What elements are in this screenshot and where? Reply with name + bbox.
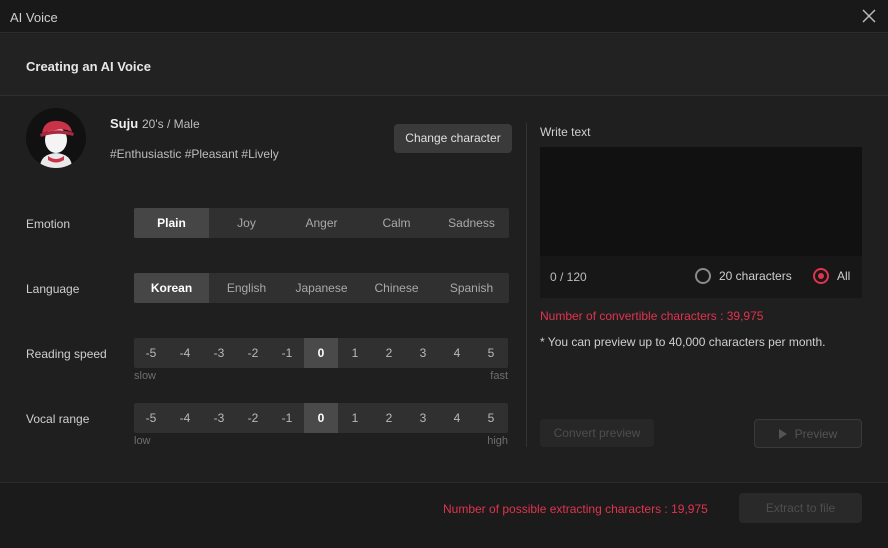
page-title: Creating an AI Voice bbox=[26, 59, 151, 74]
play-icon bbox=[778, 428, 787, 439]
character-count: 0 / 120 bbox=[550, 270, 587, 284]
vocal-range-step[interactable]: -3 bbox=[202, 403, 236, 433]
text-input[interactable] bbox=[540, 147, 862, 256]
radio-icon bbox=[813, 268, 829, 284]
preview-label: Preview bbox=[794, 426, 838, 441]
vocal-range-step[interactable]: -4 bbox=[168, 403, 202, 433]
window-title: AI Voice bbox=[10, 10, 58, 25]
character-name: Suju bbox=[110, 116, 139, 131]
vocal-range-scale: -5 -4 -3 -2 -1 0 1 2 3 4 5 bbox=[134, 403, 508, 433]
reading-speed-step[interactable]: 1 bbox=[338, 338, 372, 368]
vocal-range-step[interactable]: 5 bbox=[474, 403, 508, 433]
preview-button[interactable]: Preview bbox=[754, 419, 862, 448]
text-input-footer: 0 / 120 20 characters All bbox=[540, 256, 862, 298]
vocal-range-step[interactable]: 3 bbox=[406, 403, 440, 433]
change-character-button[interactable]: Change character bbox=[394, 124, 512, 153]
language-option[interactable]: Korean bbox=[134, 273, 209, 303]
language-option[interactable]: Japanese bbox=[284, 273, 359, 303]
vocal-range-step[interactable]: 0 bbox=[304, 403, 338, 433]
extracting-count: Number of possible extracting characters… bbox=[443, 502, 708, 516]
reading-speed-step[interactable]: -5 bbox=[134, 338, 168, 368]
preview-note: * You can preview up to 40,000 character… bbox=[540, 335, 826, 349]
emotion-option[interactable]: Calm bbox=[359, 208, 434, 238]
vocal-range-label: Vocal range bbox=[26, 412, 90, 426]
convert-preview-button[interactable]: Convert preview bbox=[540, 419, 654, 447]
radio-icon bbox=[695, 268, 711, 284]
emotion-option[interactable]: Plain bbox=[134, 208, 209, 238]
emotion-option[interactable]: Sadness bbox=[434, 208, 509, 238]
emotion-option[interactable]: Joy bbox=[209, 208, 284, 238]
language-option[interactable]: English bbox=[209, 273, 284, 303]
radio-all[interactable]: All bbox=[813, 268, 850, 284]
vocal-range-step[interactable]: 1 bbox=[338, 403, 372, 433]
language-label: Language bbox=[26, 282, 80, 296]
close-icon[interactable] bbox=[860, 7, 878, 25]
reading-speed-step[interactable]: -3 bbox=[202, 338, 236, 368]
reading-speed-max-label: fast bbox=[490, 370, 508, 382]
vocal-range-max-label: high bbox=[487, 435, 508, 447]
radio-20-characters[interactable]: 20 characters bbox=[695, 268, 792, 284]
language-option[interactable]: Spanish bbox=[434, 273, 509, 303]
vocal-range-step[interactable]: 4 bbox=[440, 403, 474, 433]
reading-speed-step[interactable]: 3 bbox=[406, 338, 440, 368]
vocal-range-step[interactable]: 2 bbox=[372, 403, 406, 433]
title-bar: AI Voice bbox=[0, 0, 888, 33]
emotion-selector: Plain Joy Anger Calm Sadness bbox=[134, 208, 509, 238]
reading-speed-step[interactable]: 5 bbox=[474, 338, 508, 368]
extract-to-file-button[interactable]: Extract to file bbox=[739, 493, 862, 523]
reading-speed-step[interactable]: -2 bbox=[236, 338, 270, 368]
vocal-range-min-label: low bbox=[134, 435, 151, 447]
character-tags: #Enthusiastic #Pleasant #Lively bbox=[110, 147, 279, 161]
reading-speed-step[interactable]: 0 bbox=[304, 338, 338, 368]
vocal-range-step[interactable]: -2 bbox=[236, 403, 270, 433]
avatar bbox=[26, 108, 86, 168]
character-avatar-icon bbox=[26, 108, 86, 168]
write-text-label: Write text bbox=[540, 125, 591, 139]
language-selector: Korean English Japanese Chinese Spanish bbox=[134, 273, 509, 303]
convertible-count: Number of convertible characters : 39,97… bbox=[540, 309, 764, 323]
reading-speed-step[interactable]: -1 bbox=[270, 338, 304, 368]
reading-speed-label: Reading speed bbox=[26, 347, 107, 361]
header-bar: Creating an AI Voice bbox=[0, 34, 888, 96]
radio-20-label: 20 characters bbox=[719, 269, 792, 283]
footer-bar: Number of possible extracting characters… bbox=[0, 482, 888, 548]
language-option[interactable]: Chinese bbox=[359, 273, 434, 303]
panel-divider bbox=[526, 123, 527, 447]
emotion-option[interactable]: Anger bbox=[284, 208, 359, 238]
emotion-label: Emotion bbox=[26, 217, 71, 231]
character-meta: 20's / Male bbox=[142, 117, 200, 131]
vocal-range-step[interactable]: -5 bbox=[134, 403, 168, 433]
reading-speed-step[interactable]: 4 bbox=[440, 338, 474, 368]
reading-speed-scale: -5 -4 -3 -2 -1 0 1 2 3 4 5 bbox=[134, 338, 508, 368]
radio-all-label: All bbox=[837, 269, 851, 283]
reading-speed-min-label: slow bbox=[134, 370, 157, 382]
vocal-range-step[interactable]: -1 bbox=[270, 403, 304, 433]
reading-speed-step[interactable]: 2 bbox=[372, 338, 406, 368]
reading-speed-step[interactable]: -4 bbox=[168, 338, 202, 368]
